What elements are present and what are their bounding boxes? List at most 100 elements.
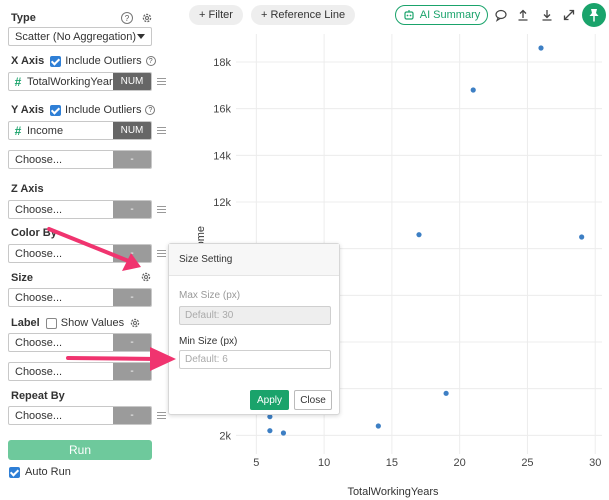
y-axis-field-name: Income bbox=[27, 124, 64, 137]
color-by-menu-icon[interactable] bbox=[157, 250, 166, 257]
download-icon[interactable] bbox=[540, 8, 554, 22]
y-tick-label: 2k bbox=[219, 430, 231, 442]
x-tick-label: 20 bbox=[454, 457, 466, 469]
numeric-field-icon: # bbox=[14, 74, 22, 89]
y-axis-second-type[interactable]: - bbox=[113, 151, 151, 168]
scatter-point[interactable] bbox=[579, 234, 585, 240]
z-axis-menu-icon[interactable] bbox=[157, 206, 166, 213]
scatter-point[interactable] bbox=[280, 430, 287, 436]
auto-run-label: Auto Run bbox=[25, 466, 71, 478]
y-axis-header: Y Axis Include Outliers ? bbox=[8, 101, 156, 119]
chart-settings-panel: Type ? Scatter (No Aggregation) X Axis I… bbox=[0, 0, 168, 500]
size-type[interactable]: - bbox=[113, 289, 151, 306]
chevron-down-icon bbox=[137, 34, 145, 39]
robot-icon bbox=[404, 10, 414, 20]
max-size-input[interactable]: Default: 30 bbox=[179, 306, 331, 325]
upload-icon[interactable] bbox=[516, 8, 530, 22]
y-include-outliers-label: Include Outliers bbox=[65, 104, 142, 116]
y-axis-menu-icon[interactable] bbox=[157, 127, 166, 134]
label-choose-1: Choose... bbox=[15, 336, 63, 349]
scatter-point[interactable] bbox=[375, 423, 381, 429]
x-tick-label: 30 bbox=[589, 457, 601, 469]
label-title: Label bbox=[11, 317, 40, 329]
x-tick-label: 5 bbox=[253, 457, 259, 469]
label-type-1[interactable]: - bbox=[113, 334, 151, 351]
reference-line-button[interactable]: + Reference Line bbox=[251, 5, 356, 25]
repeat-by-field[interactable]: Choose... - bbox=[8, 406, 152, 425]
size-title: Size bbox=[11, 272, 34, 284]
scatter-point[interactable] bbox=[267, 428, 273, 434]
numeric-field-icon: # bbox=[14, 123, 22, 138]
type-title: Type bbox=[11, 12, 36, 24]
x-axis-menu-icon[interactable] bbox=[157, 78, 166, 85]
size-setting-popover: Size Setting Max Size (px) Default: 30 M… bbox=[168, 243, 340, 415]
show-values-label: Show Values bbox=[60, 317, 125, 329]
x-include-outliers-label: Include Outliers bbox=[65, 55, 142, 67]
color-by-type[interactable]: - bbox=[113, 245, 151, 262]
x-tick-label: 25 bbox=[521, 457, 533, 469]
repeat-by-menu-icon[interactable] bbox=[157, 412, 166, 419]
x-axis-title: X Axis bbox=[11, 55, 45, 67]
ai-summary-label: AI Summary bbox=[419, 9, 481, 21]
pin-icon bbox=[589, 9, 599, 22]
min-size-label: Min Size (px) bbox=[179, 336, 238, 347]
auto-run-checkbox[interactable] bbox=[9, 466, 20, 478]
popover-title: Size Setting bbox=[169, 244, 339, 276]
y-tick-label: 16k bbox=[213, 104, 231, 116]
y-tick-label: 14k bbox=[213, 150, 231, 162]
x-outliers-help-icon[interactable]: ? bbox=[145, 56, 156, 66]
chart-type-select-value: Scatter (No Aggregation) bbox=[15, 30, 137, 43]
type-gear-icon[interactable] bbox=[141, 12, 153, 24]
scatter-point[interactable] bbox=[538, 45, 544, 51]
x-axis-field-type[interactable]: NUM bbox=[113, 73, 151, 90]
color-by-field[interactable]: Choose... - bbox=[8, 244, 152, 263]
x-include-outliers-checkbox[interactable] bbox=[50, 55, 62, 67]
repeat-by-choose: Choose... bbox=[15, 409, 63, 422]
min-size-input[interactable]: Default: 6 bbox=[179, 350, 331, 369]
y-axis-second-field[interactable]: Choose... - bbox=[8, 150, 152, 169]
size-field[interactable]: Choose... - bbox=[8, 288, 152, 307]
x-axis-header: X Axis Include Outliers ? bbox=[8, 52, 156, 70]
y-include-outliers-checkbox[interactable] bbox=[50, 104, 62, 116]
close-button[interactable]: Close bbox=[294, 390, 332, 410]
pin-button[interactable] bbox=[582, 3, 606, 27]
max-size-label: Max Size (px) bbox=[179, 290, 241, 301]
x-axis-field-name: TotalWorkingYears bbox=[27, 75, 113, 88]
repeat-by-type[interactable]: - bbox=[113, 407, 151, 424]
label-gear-icon[interactable] bbox=[129, 317, 141, 329]
size-gear-icon[interactable] bbox=[140, 271, 152, 283]
expand-icon[interactable] bbox=[562, 8, 576, 22]
y-axis-field[interactable]: # Income NUM bbox=[8, 121, 152, 140]
x-tick-label: 15 bbox=[386, 457, 398, 469]
z-axis-title: Z Axis bbox=[11, 183, 44, 195]
y-outliers-help-icon[interactable]: ? bbox=[145, 105, 156, 115]
scatter-point[interactable] bbox=[443, 390, 449, 396]
type-help-icon[interactable]: ? bbox=[121, 12, 133, 24]
filter-button[interactable]: + Filter bbox=[189, 5, 243, 25]
repeat-by-title: Repeat By bbox=[11, 390, 65, 402]
z-axis-type[interactable]: - bbox=[113, 201, 151, 218]
apply-button[interactable]: Apply bbox=[250, 390, 289, 410]
x-tick-label: 10 bbox=[318, 457, 330, 469]
run-button[interactable]: Run bbox=[8, 440, 152, 460]
auto-run-row: Auto Run bbox=[8, 463, 71, 481]
label-field-2[interactable]: Choose... - bbox=[8, 362, 152, 381]
label-choose-2: Choose... bbox=[15, 365, 63, 378]
x-axis-label: TotalWorkingYears bbox=[347, 486, 439, 498]
chart-type-select[interactable]: Scatter (No Aggregation) bbox=[8, 27, 152, 46]
z-axis-field[interactable]: Choose... - bbox=[8, 200, 152, 219]
color-by-title: Color By bbox=[11, 227, 57, 239]
show-values-checkbox[interactable] bbox=[45, 317, 57, 329]
label-field-1[interactable]: Choose... - bbox=[8, 333, 152, 352]
label-type-2[interactable]: - bbox=[113, 363, 151, 380]
comment-icon[interactable] bbox=[494, 8, 508, 22]
y-tick-label: 18k bbox=[213, 57, 231, 69]
ai-summary-button[interactable]: AI Summary bbox=[395, 5, 488, 25]
y-axis-field-type[interactable]: NUM bbox=[113, 122, 151, 139]
scatter-point[interactable] bbox=[416, 232, 422, 238]
y-tick-label: 12k bbox=[213, 197, 231, 209]
x-axis-field[interactable]: # TotalWorkingYears NUM bbox=[8, 72, 152, 91]
y-axis-title: Y Axis bbox=[11, 104, 45, 116]
label-header: Label Show Values bbox=[8, 314, 141, 332]
scatter-point[interactable] bbox=[470, 87, 476, 93]
